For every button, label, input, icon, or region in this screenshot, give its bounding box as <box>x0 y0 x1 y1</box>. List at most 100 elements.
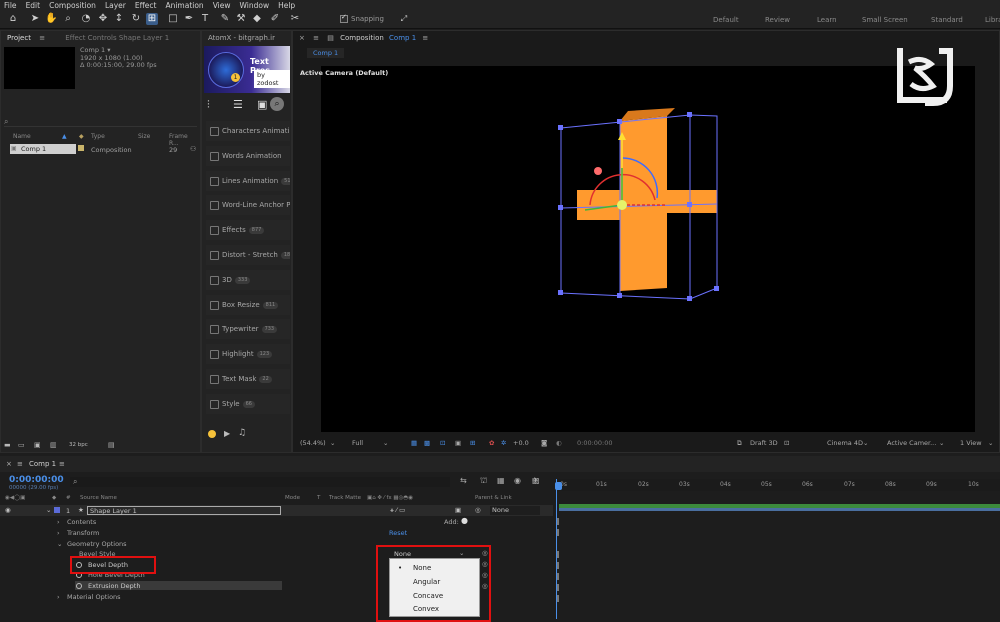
atomx-banner[interactable]: 1 Text Pres by zodost <box>204 46 290 93</box>
panel-menu-icon-comp[interactable]: ≡ <box>313 34 319 42</box>
comp-tab-menu-icon[interactable]: ≡ <box>422 34 428 42</box>
keyframe-marker[interactable] <box>557 529 559 536</box>
transform-reset-link[interactable]: Reset <box>389 529 407 537</box>
shape-layer-3d-preview[interactable] <box>545 108 735 304</box>
property-material-options[interactable]: Material Options <box>67 593 121 601</box>
keyframe-marker[interactable] <box>557 573 559 580</box>
label-color-swatch[interactable] <box>78 145 84 151</box>
comp-subtab[interactable]: Comp 1 <box>307 48 345 58</box>
layer-duration-bar-blue[interactable] <box>559 508 1000 511</box>
keyframe-marker[interactable] <box>557 518 559 525</box>
atomx-category-item[interactable]: Text Mask 22 <box>206 369 290 389</box>
dolly-tool-icon[interactable]: ↕ <box>113 13 125 25</box>
col-name[interactable]: Name <box>13 133 31 140</box>
rotate-tool-icon[interactable]: ↻ <box>130 13 142 25</box>
layer-switches-icons[interactable]: ⚹ ⁄ ▭ <box>390 506 405 515</box>
material-expand-icon[interactable]: › <box>57 593 60 601</box>
label-column-icon[interactable]: ◆ <box>79 133 84 140</box>
atomx-tab[interactable]: AtomX - bitgraph.ir <box>202 31 291 45</box>
source-name-header[interactable]: Source Name <box>80 495 117 501</box>
atomx-category-item[interactable]: Box Resize 811 <box>206 295 290 315</box>
tab-effect-controls[interactable]: Effect Controls Shape Layer 1 <box>65 34 169 42</box>
timeline-tab[interactable]: Comp 1 <box>29 460 56 468</box>
atomx-search-icon[interactable]: ⌕ <box>270 97 284 111</box>
t-header[interactable]: T <box>317 495 320 501</box>
timeline-close-icon[interactable]: × <box>6 460 12 468</box>
atomx-category-item[interactable]: Style 66 <box>206 394 290 414</box>
current-timecode[interactable]: 0:00:00:00 <box>9 475 64 485</box>
atomx-category-item[interactable]: Distort - Stretch 18 <box>206 245 290 265</box>
interpret-footage-icon[interactable]: ▬ <box>4 441 11 449</box>
menu-file[interactable]: File <box>4 1 17 10</box>
new-comp-icon[interactable]: ▣ <box>34 441 41 449</box>
roto-brush-tool-icon[interactable]: ✐ <box>269 13 281 25</box>
atomx-category-item[interactable]: Lines Animation 51 <box>206 171 290 191</box>
col-size[interactable]: Size <box>138 133 150 140</box>
timeline-tab-menu-icon[interactable]: ≡ <box>59 460 65 468</box>
home-icon[interactable]: ⌂ <box>7 13 19 25</box>
project-search-input[interactable]: ⌕ <box>4 117 197 127</box>
views-chevron-icon[interactable]: ⌄ <box>988 439 993 447</box>
renderer-dropdown[interactable]: Cinema 4D <box>827 439 863 447</box>
transform-expand-icon[interactable]: › <box>57 529 60 537</box>
atomx-category-item[interactable]: Highlight 123 <box>206 344 290 364</box>
rectangle-tool-icon[interactable]: □ <box>167 13 179 25</box>
puppet-tool-icon[interactable]: ✂ <box>289 13 301 25</box>
exposure-value[interactable]: +0.0 <box>513 439 529 447</box>
keyframe-marker[interactable] <box>557 584 559 591</box>
new-folder-icon[interactable]: ▭ <box>18 441 25 449</box>
region-of-interest-icon[interactable]: ▦ <box>411 439 417 447</box>
flowchart-icon[interactable]: ⚇ <box>190 145 196 153</box>
shy-icon[interactable]: ⛫ <box>480 476 487 486</box>
layer-name-field[interactable]: Shape Layer 1 <box>87 506 281 515</box>
menu-view[interactable]: View <box>213 1 231 10</box>
show-snapshot-icon[interactable]: ◐ <box>556 439 562 447</box>
motion-blur-icon[interactable]: ◉ <box>514 476 521 485</box>
graph-icon[interactable]: ▧ <box>532 476 540 485</box>
timeline-menu-icon[interactable]: ≡ <box>17 460 23 468</box>
draft-3d-label[interactable]: Draft 3D <box>750 439 778 447</box>
comp-tab-prefix[interactable]: Composition <box>340 34 384 42</box>
property-extrusion-depth[interactable]: Extrusion Depth <box>88 582 140 590</box>
lock-icon[interactable]: ▤ <box>327 34 334 42</box>
workspace-libraries[interactable]: Libraries <box>985 16 1000 24</box>
3d-layer-icon[interactable]: ▣ <box>455 506 461 514</box>
comp-tab-name[interactable]: Comp 1 <box>389 34 416 42</box>
pan-behind-tool-icon[interactable]: ⊞ <box>146 13 158 25</box>
snapshot-icon[interactable]: ◙ <box>541 439 547 447</box>
number-header[interactable]: # <box>66 495 71 501</box>
workspace-review[interactable]: Review <box>765 16 790 24</box>
timeline-search-input[interactable]: ⌕ <box>70 477 450 487</box>
zoom-chevron-icon[interactable]: ⌄ <box>330 439 335 447</box>
menu-edit[interactable]: Edit <box>26 1 41 10</box>
draft-3d-toggle[interactable]: ⧉ <box>737 439 742 448</box>
zoom-tool-icon[interactable]: ⌕ <box>62 13 74 25</box>
brush-tool-icon[interactable]: ✎ <box>219 13 231 25</box>
play-icon[interactable]: ▶ <box>224 429 230 438</box>
stopwatch-icon[interactable] <box>76 583 82 589</box>
visibility-eye-icon[interactable]: ◉ <box>5 506 11 514</box>
eraser-tool-icon[interactable]: ◆ <box>251 13 263 25</box>
menu-effect[interactable]: Effect <box>135 1 157 10</box>
mask-visibility-icon[interactable]: ⊡ <box>440 439 445 447</box>
resolution-dropdown[interactable]: Full <box>352 439 363 447</box>
view-layout-dropdown[interactable]: 1 View <box>960 439 982 447</box>
channel-icon[interactable]: ✿ <box>489 439 494 447</box>
trash-icon[interactable]: ▤ <box>108 441 115 449</box>
layer-row-shape-layer-1[interactable]: ◉ ⌄ 1 ★ Shape Layer 1 ⚹ ⁄ ▭ ▣ ◎ None <box>0 505 553 516</box>
hand-tool-icon[interactable]: ✋ <box>45 13 57 25</box>
property-contents[interactable]: Contents <box>67 518 96 526</box>
comp-flowchart-icon[interactable]: ⇆ <box>460 476 467 485</box>
menu-animation[interactable]: Animation <box>165 1 203 10</box>
frame-blending-icon[interactable]: ▦ <box>497 476 505 485</box>
camera-view-dropdown[interactable]: Active Camer... <box>887 439 936 447</box>
panel-menu-icon[interactable]: ≡ <box>39 34 45 42</box>
music-icon[interactable]: ♫ <box>238 428 246 438</box>
mode-header[interactable]: Mode <box>285 495 300 501</box>
workspace-small-screen[interactable]: Small Screen <box>862 16 908 24</box>
menu-help[interactable]: Help <box>278 1 295 10</box>
magnification-dropdown[interactable]: (54.4%) <box>300 439 326 447</box>
menu-composition[interactable]: Composition <box>49 1 96 10</box>
pen-tool-icon[interactable]: ✒ <box>183 13 195 25</box>
playhead-handle[interactable] <box>555 482 562 490</box>
